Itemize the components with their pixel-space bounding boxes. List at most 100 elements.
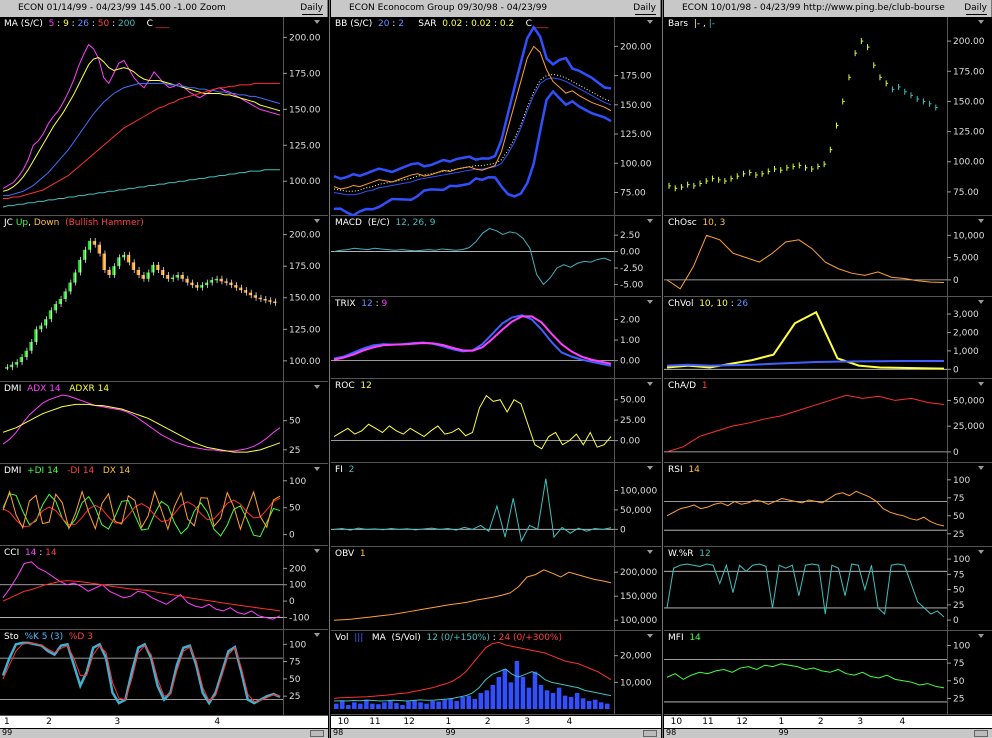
pane-label-segment: 26 [77,19,90,29]
chart-obv[interactable]: 200,000 150,000 100,000 [331,547,661,631]
pane-label: Bars |- , |- [668,19,715,29]
pane-collapse-icon[interactable] [978,466,984,470]
chart-roc[interactable]: 50.00 25.00 0.00 [331,379,661,463]
pane-label-segment: : [389,19,399,29]
y-tick-label: 125.00 [953,128,985,138]
pane-dmi2[interactable]: 100 50 0 DMI +DI 14 -DI 14 DX 14 [0,464,328,546]
period-dropdown[interactable]: Daily [964,0,987,17]
volume-bar [556,687,562,709]
y-tick-label: 200.00 [289,231,321,241]
pane-collapse-icon[interactable] [978,550,984,554]
chart-rsi[interactable]: 100 75 50 25 [664,463,992,547]
pane-sto[interactable]: 100 75 50 25 Sto %K 5 (3) %D 3 [0,630,328,716]
column-divider [329,0,330,738]
chart-fi[interactable]: 100,000 50,000 0 [331,463,661,547]
candle [131,262,136,270]
x-tick-label: 10 [337,717,350,727]
pane-dmi1[interactable]: 50 25 DMI ADX 14 ADXR 14 [0,382,328,464]
pane-chvol[interactable]: 3,000 2,000 1,000 0 ChVol 10, 10 : 26 [664,297,992,379]
pane-roc[interactable]: 50.00 25.00 0.00 ROC 12 [331,379,661,463]
pane-collapse-icon[interactable] [647,219,653,223]
chart-wr[interactable]: 100 75 50 25 0 [664,547,992,631]
pane-collapse-icon[interactable] [978,20,984,24]
pane-label-segment: : [109,19,118,29]
scroll-control[interactable] [643,730,657,737]
series-line-ma-0 [2,43,281,189]
scroll-control[interactable] [974,730,988,737]
period-dropdown[interactable]: Daily [633,0,656,17]
candle [68,282,72,292]
pane-label-segment: ChOsc [668,218,703,228]
pane-ma[interactable]: 200.00 175.00 150.00 125.00 100.00 MA (S/C) 5… [0,17,328,216]
pane-collapse-icon[interactable] [314,385,320,389]
pane-bb[interactable]: 200.00 175.00 150.00 125.00 100.00 75.00 BB (S… [331,17,661,216]
pane-collapse-icon[interactable] [314,633,320,637]
pane-collapse-icon[interactable] [978,382,984,386]
chart-dmi1[interactable]: 50 25 [0,382,328,464]
pane-wr[interactable]: 100 75 50 25 0 W.%R 12 [664,547,992,631]
chart-mfi[interactable]: 100 75 50 25 [664,631,992,715]
chart-macd[interactable]: 2.50 0.00 -2.50 -5.00 [331,216,661,297]
pane-collapse-icon[interactable] [314,219,320,223]
pane-collapse-icon[interactable] [978,634,984,638]
pane-label-segment: 9 [381,299,388,309]
pane-collapse-icon[interactable] [647,20,653,24]
pane-label-segment: 2 [348,465,355,475]
volume-bar [532,671,538,709]
pane-bars[interactable]: 200.00 175.00 150.00 125.00 100.00 75.00 Bars … [664,17,992,216]
pane-collapse-icon[interactable] [647,382,653,386]
chart-chvol[interactable]: 3,000 2,000 1,000 0 [664,297,992,379]
pane-cci[interactable]: 200 100 0 -100 CCI 14 : 14 [0,546,328,630]
chart-dmi2[interactable]: 100 50 0 [0,464,328,546]
chart-cci[interactable]: 200 100 0 -100 [0,546,328,630]
volume-bar [382,702,387,709]
y-tick-label: 50 [289,417,301,427]
footer-strip: 99 [0,728,328,738]
chart-trix[interactable]: 2.00 1.00 0.00 [331,297,661,379]
pane-collapse-icon[interactable] [978,219,984,223]
pane-chad[interactable]: 50,000 25,000 0 ChA/D 1 [664,379,992,463]
y-tick-label: 175.00 [289,69,321,79]
scroll-control[interactable] [310,730,324,737]
pane-collapse-icon[interactable] [978,300,984,304]
pane-trix[interactable]: 2.00 1.00 0.00 TRIX 12 : 9 [331,297,661,379]
chart-bb[interactable]: 200.00 175.00 150.00 125.00 100.00 75.00 [331,17,661,216]
pane-label-segment: Up [15,218,29,228]
y-tick-label: 75.00 [620,188,646,198]
column-title: ECON 10/01/98 - 04/23/99 http://www.ping… [682,3,945,13]
volume-bar [466,695,471,709]
volume-bar [544,690,550,709]
column-header: ECON Econocom Group 09/30/98 - 04/23/99 D… [331,0,661,17]
pane-vol[interactable]: 20,000 10,000 Vol ||| MA (S/Vol) 12 (0/+15… [331,631,661,715]
pane-rsi[interactable]: 100 75 50 25 RSI 14 [664,463,992,547]
pane-mfi[interactable]: 100 75 50 25 MFI 14 [664,631,992,715]
chart-bars[interactable]: 200.00 175.00 150.00 125.00 100.00 75.00 [664,17,992,216]
volume-bar [460,697,465,709]
pane-macd[interactable]: 2.50 0.00 -2.50 -5.00 MACD (E/C) 12, 26, 9 [331,216,661,297]
period-dropdown[interactable]: Daily [300,0,323,17]
pane-collapse-icon[interactable] [647,550,653,554]
pane-fi[interactable]: 100,000 50,000 0 FI 2 [331,463,661,547]
pane-collapse-icon[interactable] [314,467,320,471]
pane-collapse-icon[interactable] [314,20,320,24]
volume-bar [604,703,610,709]
pane-collapse-icon[interactable] [314,549,320,553]
pane-chosc[interactable]: 10,000 5,000 0 ChOsc 10, 3 [664,216,992,297]
pane-jc[interactable]: 200.00 175.00 150.00 125.00 100.00 JC Up, Dow… [0,216,328,382]
chart-vol[interactable]: 20,000 10,000 [331,631,661,715]
chart-ma[interactable]: 200.00 175.00 150.00 125.00 100.00 [0,17,328,216]
chart-sto[interactable]: 100 75 50 25 [0,630,328,716]
volume-bar [514,661,520,709]
y-tick-label: 2,000 [953,328,979,338]
chart-chosc[interactable]: 10,000 5,000 0 [664,216,992,297]
pane-obv[interactable]: 200,000 150,000 100,000 OBV 1 [331,547,661,631]
pane-label-segment: +DI 14 [27,466,59,476]
pane-collapse-icon[interactable] [647,466,653,470]
right-column: ECON 10/01/98 - 04/23/99 http://www.ping… [664,0,992,738]
candle [87,240,92,250]
chart-jc[interactable]: 200.00 175.00 150.00 125.00 100.00 [0,216,328,382]
chart-chad[interactable]: 50,000 25,000 0 [664,379,992,463]
pane-collapse-icon[interactable] [647,300,653,304]
pane-collapse-icon[interactable] [647,634,653,638]
volume-bar [496,677,502,709]
